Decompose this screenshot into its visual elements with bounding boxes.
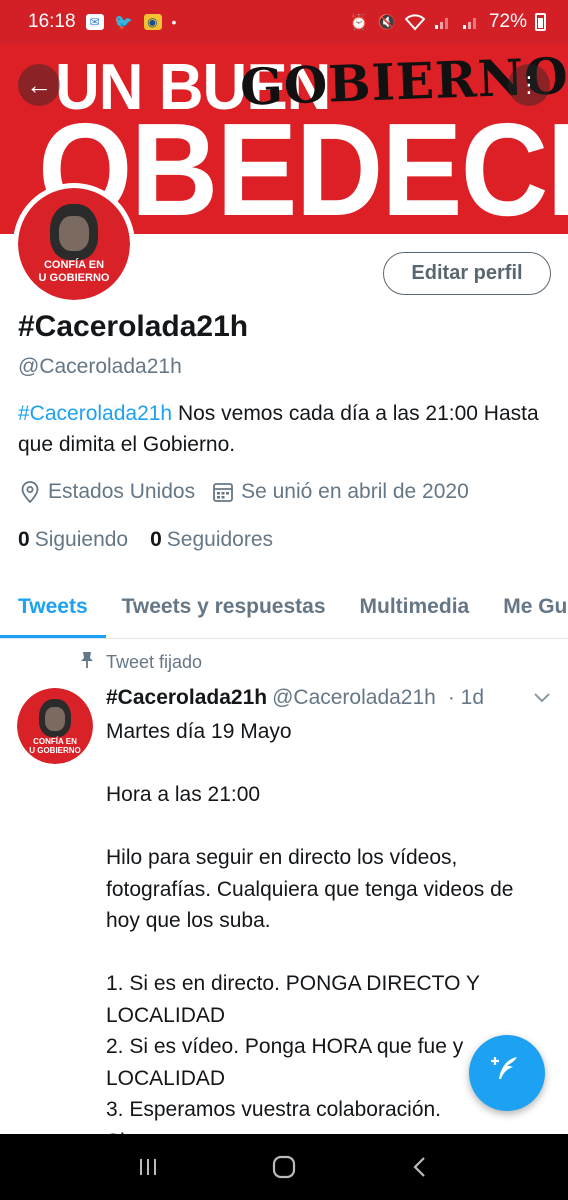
- profile-tabs: Tweets Tweets y respuestas Multimedia Me…: [0, 577, 568, 639]
- profile-location: Estados Unidos: [48, 480, 196, 503]
- pinned-indicator: Tweet fijado: [76, 651, 202, 674]
- followers-label: Seguidores: [166, 528, 274, 551]
- home-icon: [272, 1155, 296, 1179]
- tweet-avatar[interactable]: CONFÍA EN U GOBIERNO: [17, 688, 93, 764]
- wifi-icon: [404, 12, 425, 32]
- tab-likes[interactable]: Me Gusta: [503, 577, 568, 638]
- following-count: 0: [18, 528, 30, 551]
- back-button[interactable]: ←: [18, 64, 60, 106]
- tab-tweets-replies[interactable]: Tweets y respuestas: [122, 577, 326, 638]
- followers-link[interactable]: 0 Seguidores: [150, 528, 273, 552]
- tab-media[interactable]: Multimedia: [360, 577, 470, 638]
- battery-icon: [535, 13, 546, 31]
- following-link[interactable]: 0 Siguiendo: [18, 528, 128, 552]
- app-icon: ◉: [143, 14, 162, 30]
- following-label: Siguiendo: [34, 528, 129, 551]
- arrow-left-icon: ←: [26, 69, 52, 100]
- mail-icon: ✉: [85, 14, 104, 30]
- notification-dot-icon: •: [171, 14, 177, 30]
- pinned-label: Tweet fijado: [106, 652, 203, 672]
- more-vertical-icon: ⋮: [518, 72, 540, 97]
- alarm-icon: ⏰: [349, 14, 369, 31]
- recent-apps-icon: [140, 1159, 156, 1175]
- pin-icon: [76, 651, 98, 674]
- home-button[interactable]: [264, 1147, 304, 1187]
- calendar-icon: [211, 480, 235, 504]
- system-navigation-bar: [0, 1134, 568, 1200]
- signal-icon: [461, 12, 481, 32]
- follow-stats: 0 Siguiendo 0 Seguidores: [18, 528, 295, 552]
- twitter-icon: 🐦: [114, 14, 133, 31]
- more-options-button[interactable]: ⋮: [508, 64, 550, 106]
- profile-avatar[interactable]: CONFÍA EN U GOBIERNO: [13, 183, 135, 305]
- avatar-caption: CONFÍA EN U GOBIERNO: [29, 736, 81, 755]
- profile-bio: #Cacerolada21h Nos vemos cada día a las …: [18, 398, 548, 460]
- signal-icon: [433, 12, 453, 32]
- profile-handle: @Cacerolada21h: [18, 355, 182, 378]
- avatar-portrait: [50, 203, 98, 260]
- avatar-caption: CONFÍA EN U GOBIERNO: [38, 259, 110, 284]
- chevron-down-icon[interactable]: [533, 687, 551, 710]
- compose-feather-icon: [489, 1051, 525, 1095]
- back-nav-button[interactable]: [400, 1147, 440, 1187]
- avatar-portrait: [39, 698, 71, 737]
- location-pin-icon: [18, 480, 42, 504]
- battery-percent: 72%: [488, 11, 527, 32]
- tweet-time: · 1d: [447, 686, 485, 709]
- tweet-header: #Cacerolada21h @Cacerolada21h · 1d: [106, 686, 551, 710]
- profile-meta: Estados Unidos Se unió en abril de 2020: [18, 480, 485, 504]
- status-bar: 16:18 ✉ 🐦 ◉ • ⏰ 🔇 72%: [0, 0, 568, 44]
- compose-tweet-button[interactable]: [469, 1035, 545, 1111]
- tab-tweets[interactable]: Tweets: [0, 577, 106, 638]
- tweet-author-handle[interactable]: @Cacerolada21h: [272, 686, 436, 710]
- bio-hashtag-link[interactable]: #Cacerolada21h: [18, 402, 172, 425]
- profile-joined: Se unió en abril de 2020: [241, 480, 469, 503]
- tweet-author-name[interactable]: #Cacerolada21h: [106, 686, 267, 710]
- status-time: 16:18: [28, 11, 76, 32]
- recent-apps-button[interactable]: [128, 1147, 168, 1187]
- mute-icon: 🔇: [377, 14, 397, 31]
- edit-profile-button[interactable]: Editar perfil: [383, 252, 551, 295]
- profile-name: #Cacerolada21h: [18, 310, 249, 343]
- followers-count: 0: [150, 528, 162, 551]
- chevron-left-icon: [413, 1157, 425, 1177]
